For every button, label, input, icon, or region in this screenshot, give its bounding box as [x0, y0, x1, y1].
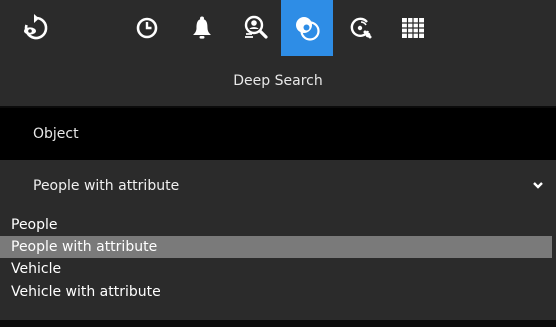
option-vehicle[interactable]: Vehicle [0, 258, 552, 280]
alarm-button[interactable] [176, 0, 228, 56]
object-type-value: People with attribute [33, 178, 180, 194]
option-people-with-attribute[interactable]: People with attribute [0, 236, 552, 258]
option-vehicle-with-attribute[interactable]: Vehicle with attribute [0, 281, 552, 303]
top-toolbar [0, 0, 556, 56]
clock-icon [136, 17, 158, 39]
back-eye-button[interactable] [10, 0, 62, 56]
chevron-down-icon [533, 182, 543, 189]
section-label: Object [33, 126, 79, 142]
object-type-dropdown: People People with attribute Vehicle Veh… [0, 212, 556, 320]
object-type-select[interactable]: People with attribute [0, 160, 556, 212]
option-label: People with attribute [11, 239, 158, 255]
search-person-icon [244, 15, 268, 39]
smart-search-button[interactable] [230, 0, 282, 56]
speed-search-icon [350, 17, 372, 39]
deep-search-icon [296, 17, 320, 41]
option-label: Vehicle with attribute [11, 284, 161, 300]
layout-button[interactable] [387, 0, 439, 56]
playback-button[interactable] [121, 0, 173, 56]
deep-search-button[interactable] [281, 0, 333, 56]
option-label: People [11, 217, 58, 233]
page-title: Deep Search [233, 73, 323, 89]
speed-search-button[interactable] [335, 0, 387, 56]
back-eye-icon [24, 14, 48, 40]
option-label: Vehicle [11, 261, 62, 277]
page-title-bar: Deep Search [0, 56, 556, 106]
grid-layout-icon [402, 18, 424, 38]
section-header: Object [0, 108, 556, 160]
option-people[interactable]: People [0, 214, 552, 236]
bell-icon [193, 16, 211, 39]
bottom-divider [0, 320, 556, 327]
